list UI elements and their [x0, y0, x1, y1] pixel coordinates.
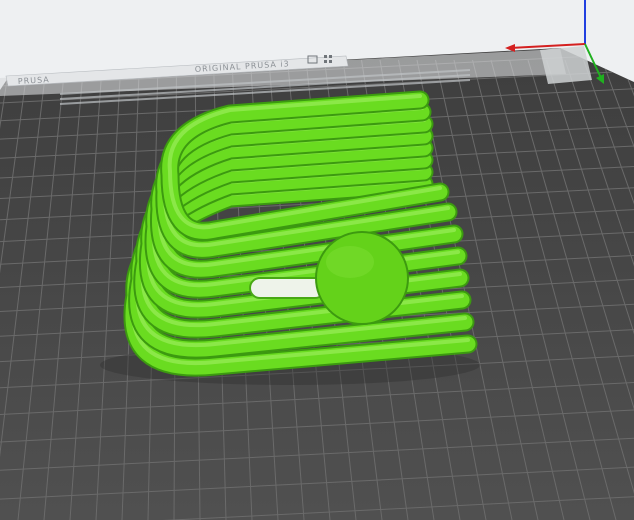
- slot-opening: [249, 277, 326, 299]
- disc-clip[interactable]: [315, 231, 409, 325]
- origin-corner: [540, 46, 592, 84]
- disc-highlight: [326, 246, 374, 278]
- scene-canvas[interactable]: PRUSA ORIGINAL PRUSA i3: [0, 0, 634, 520]
- coil-stack: [123, 90, 478, 377]
- 3d-viewport[interactable]: PRUSA ORIGINAL PRUSA i3: [0, 0, 634, 520]
